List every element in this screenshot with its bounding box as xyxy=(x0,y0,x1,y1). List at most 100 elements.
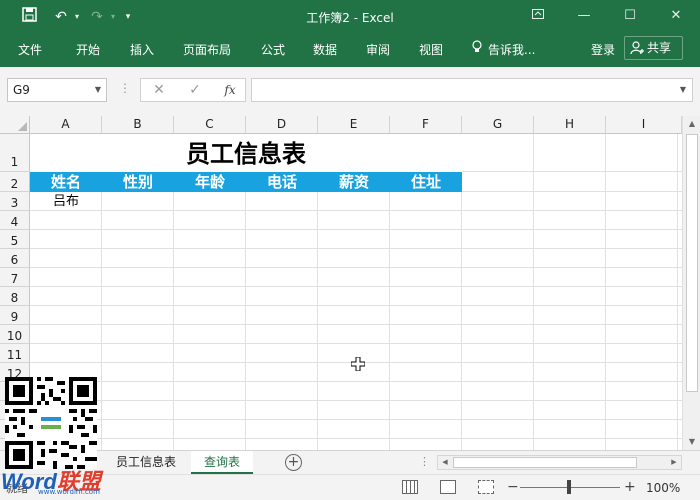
insert-function-icon[interactable]: fx xyxy=(219,81,241,99)
row-header-1[interactable]: 1 xyxy=(0,134,30,172)
zoom-out-button[interactable]: − xyxy=(507,479,519,495)
header-cell-salary[interactable]: 薪资 xyxy=(318,172,390,192)
gridline xyxy=(30,343,682,344)
page-break-view-icon[interactable] xyxy=(478,480,494,494)
scroll-left-icon[interactable]: ◀ xyxy=(438,456,452,469)
scroll-right-icon[interactable]: ▶ xyxy=(667,456,681,469)
tab-insert[interactable]: 插入 xyxy=(130,39,154,61)
undo-icon[interactable]: ↶ xyxy=(50,7,72,27)
normal-view-icon[interactable] xyxy=(402,480,418,494)
sheet-tab-employee-info[interactable]: 员工信息表 xyxy=(105,451,187,474)
excel-window: ↶ ▾ ↷ ▾ ▾ 工作簿2 - Excel — ☐ ✕ 文件 开始 插入 页面… xyxy=(0,0,700,500)
row-header-2[interactable]: 2 xyxy=(0,172,30,192)
tab-review[interactable]: 审阅 xyxy=(366,39,390,61)
col-header-C[interactable]: C xyxy=(174,116,246,134)
sign-in-link[interactable]: 登录 xyxy=(591,39,615,61)
col-header-A[interactable]: A xyxy=(30,116,102,134)
sheet-title-cell[interactable]: 员工信息表 xyxy=(30,134,462,172)
zoom-slider-thumb[interactable] xyxy=(567,480,571,494)
col-header-B[interactable]: B xyxy=(102,116,174,134)
share-person-icon xyxy=(630,41,644,55)
worksheet-grid[interactable]: A B C D E F G H I 1 2 3 4 5 6 7 8 9 10 1… xyxy=(0,116,700,450)
name-box-value: G9 xyxy=(13,83,30,97)
close-icon[interactable]: ✕ xyxy=(653,0,699,32)
tab-split-handle-icon[interactable]: ⋮ xyxy=(419,455,430,468)
header-cell-phone[interactable]: 电话 xyxy=(246,172,318,192)
formula-buttons: ✕ ✓ fx xyxy=(140,78,246,102)
minimize-icon[interactable]: — xyxy=(561,0,607,32)
horizontal-scrollbar[interactable]: ◀ ▶ xyxy=(437,455,682,470)
row-header-8[interactable]: 8 xyxy=(0,287,30,306)
page-layout-view-icon[interactable] xyxy=(440,480,456,494)
gridline xyxy=(30,381,682,382)
cell-A3[interactable]: 吕布 xyxy=(30,192,102,211)
sheet-tab-query[interactable]: 查询表 xyxy=(191,451,253,474)
row-header-6[interactable]: 6 xyxy=(0,249,30,268)
row-header-4[interactable]: 4 xyxy=(0,211,30,230)
chevron-down-icon[interactable]: ▼ xyxy=(95,79,101,101)
col-header-H[interactable]: H xyxy=(534,116,606,134)
save-icon[interactable] xyxy=(18,7,40,27)
formula-bar-dots-icon: ⋮ xyxy=(119,81,131,95)
gridline xyxy=(30,229,682,230)
vertical-scroll-thumb[interactable] xyxy=(686,134,698,392)
cancel-icon[interactable]: ✕ xyxy=(149,81,169,99)
row-header-10[interactable]: 10 xyxy=(0,325,30,344)
cell-area[interactable]: 员工信息表 姓名 性别 年龄 电话 薪资 住址 吕布 xyxy=(30,134,682,450)
row-header-11[interactable]: 11 xyxy=(0,344,30,363)
tab-data[interactable]: 数据 xyxy=(313,39,337,61)
share-label: 共享 xyxy=(647,41,672,55)
gridline xyxy=(605,134,606,450)
col-header-D[interactable]: D xyxy=(246,116,318,134)
expand-formula-bar-icon[interactable]: ▼ xyxy=(680,85,686,94)
customize-qat-icon[interactable]: ▾ xyxy=(121,7,135,27)
zoom-level[interactable]: 100% xyxy=(646,481,680,495)
tab-home[interactable]: 开始 xyxy=(76,39,100,61)
header-cell-name[interactable]: 姓名 xyxy=(30,172,102,192)
col-header-F[interactable]: F xyxy=(390,116,462,134)
lightbulb-icon[interactable] xyxy=(471,39,483,61)
qr-code-watermark xyxy=(5,377,97,469)
scroll-up-icon[interactable]: ▲ xyxy=(683,116,700,132)
row-header-9[interactable]: 9 xyxy=(0,306,30,325)
vertical-scrollbar[interactable]: ▲ ▼ xyxy=(682,116,700,450)
row-header-7[interactable]: 7 xyxy=(0,268,30,287)
gridline xyxy=(30,305,682,306)
redo-icon[interactable]: ↷ xyxy=(86,7,108,27)
add-sheet-icon[interactable]: + xyxy=(285,454,302,471)
maximize-icon[interactable]: ☐ xyxy=(607,0,653,32)
gridline xyxy=(30,210,682,211)
row-header-3[interactable]: 3 xyxy=(0,192,30,211)
tab-page-layout[interactable]: 页面布局 xyxy=(183,39,231,61)
formula-input[interactable]: ▼ xyxy=(251,78,693,102)
col-header-E[interactable]: E xyxy=(318,116,390,134)
tab-file[interactable]: 文件 xyxy=(18,39,42,61)
select-all-button[interactable] xyxy=(0,116,30,134)
header-cell-gender[interactable]: 性别 xyxy=(102,172,174,192)
gridline xyxy=(677,134,678,450)
zoom-in-button[interactable]: + xyxy=(624,479,636,495)
header-cell-address[interactable]: 住址 xyxy=(390,172,462,192)
gridline xyxy=(30,400,682,401)
share-button[interactable]: 共享 xyxy=(624,36,683,60)
col-header-I[interactable]: I xyxy=(606,116,682,134)
header-cell-age[interactable]: 年龄 xyxy=(174,172,246,192)
cell-cursor-icon xyxy=(351,357,365,371)
scroll-down-icon[interactable]: ▼ xyxy=(683,434,700,450)
horizontal-scroll-thumb[interactable] xyxy=(453,457,637,468)
undo-dropdown-icon[interactable]: ▾ xyxy=(72,7,82,27)
enter-icon[interactable]: ✓ xyxy=(185,81,205,99)
redo-dropdown-icon[interactable]: ▾ xyxy=(108,7,118,27)
col-header-G[interactable]: G xyxy=(462,116,534,134)
row-header-5[interactable]: 5 xyxy=(0,230,30,249)
gridline xyxy=(30,419,682,420)
gridline xyxy=(30,267,682,268)
tab-formulas[interactable]: 公式 xyxy=(261,39,285,61)
tell-me-search[interactable]: 告诉我... xyxy=(488,39,535,61)
title-bar: ↶ ▾ ↷ ▾ ▾ 工作簿2 - Excel — ☐ ✕ xyxy=(0,0,700,35)
ribbon-display-options-icon[interactable] xyxy=(515,0,561,32)
name-box[interactable]: G9 ▼ xyxy=(7,78,107,102)
status-bar: 就绪 − + 100% xyxy=(0,474,700,500)
tab-view[interactable]: 视图 xyxy=(419,39,443,61)
gridline xyxy=(30,286,682,287)
